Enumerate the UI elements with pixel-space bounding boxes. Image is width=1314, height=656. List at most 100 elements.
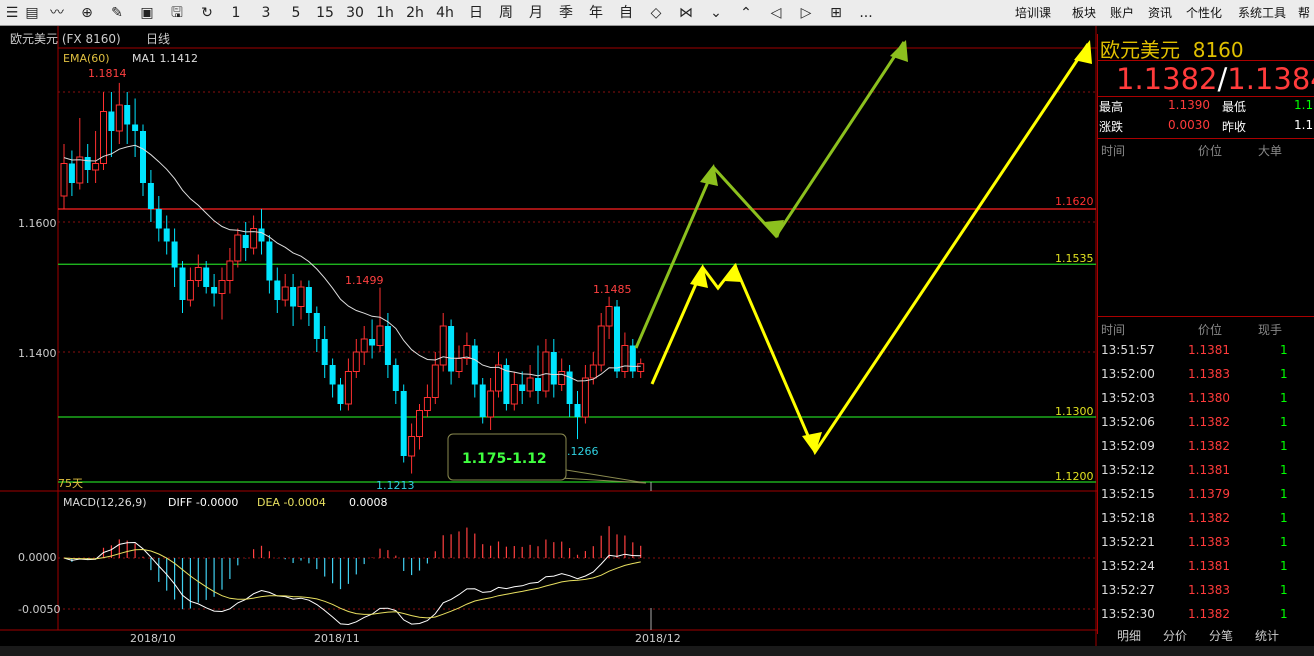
tick-time: 13:52:00 [1101, 367, 1155, 381]
refresh-icon[interactable]: ↻ [197, 3, 217, 23]
candle-body [637, 363, 645, 373]
period-custom[interactable]: 自 [616, 3, 636, 23]
ema-legend: EMA(60) [63, 52, 110, 65]
candle-body [266, 241, 273, 281]
candle-body [510, 384, 518, 405]
candle-body [605, 306, 613, 327]
menu-help[interactable]: 帮 [1298, 3, 1310, 23]
col1-price: 价位 [1198, 144, 1223, 158]
period-selector[interactable]: 日线 [146, 32, 170, 46]
more-button[interactable]: ... [856, 3, 876, 23]
tick-volume: 1 [1280, 439, 1288, 453]
tick-time: 13:52:27 [1101, 583, 1155, 597]
candle-body [297, 286, 305, 307]
window-icon[interactable]: ▣ [137, 3, 157, 23]
candle-body [290, 287, 297, 307]
candle-body [194, 267, 202, 281]
toolbar: ☰ ▤ 〰 ⊕ ✎ ▣ 🖫 ↻ 1 3 5 15 30 1h 2h 4h 日 周… [0, 0, 1314, 26]
tab-ticks[interactable]: 分笔 [1209, 628, 1233, 644]
candle-body [155, 209, 162, 229]
tick-price: 1.1382 [1188, 439, 1230, 453]
grid-icon[interactable]: ⊞ [826, 3, 846, 23]
menu-training[interactable]: 培训课 [1015, 3, 1051, 23]
candle-body [360, 338, 368, 353]
candle-body [124, 105, 131, 125]
candle-body [203, 267, 210, 287]
menu-news[interactable]: 资讯 [1148, 3, 1172, 23]
arrow-right-icon[interactable]: ▷ [796, 3, 816, 23]
period-year[interactable]: 年 [586, 3, 606, 23]
candle-body [60, 163, 68, 197]
chevron-up-icon[interactable]: ⌃ [736, 3, 756, 23]
period-1[interactable]: 1 [227, 3, 245, 23]
candle-body [186, 280, 194, 301]
chart-symbol-title: 欧元美元 (FX 8160) [10, 32, 121, 46]
menu-icon[interactable]: ☰ [2, 3, 22, 23]
period-week[interactable]: 周 [496, 3, 516, 23]
menu-personalize[interactable]: 个性化 [1186, 3, 1222, 23]
draw-icon[interactable]: ✎ [107, 3, 127, 23]
tick-volume: 1 [1280, 391, 1288, 405]
tick-price: 1.1381 [1188, 559, 1230, 573]
arrow-left-icon[interactable]: ◁ [766, 3, 786, 23]
candle-body [408, 436, 416, 457]
tick-volume: 1 [1280, 415, 1288, 429]
period-day[interactable]: 日 [466, 3, 486, 23]
candle-body [614, 306, 620, 372]
chevron-down-icon[interactable]: ⌄ [706, 3, 726, 23]
zoom-out-icon[interactable]: ⋈ [676, 3, 696, 23]
period-1h[interactable]: 1h [373, 3, 397, 23]
tick-volume: 1 [1280, 583, 1288, 597]
candle-body [597, 325, 605, 366]
col2-vol: 现手 [1258, 323, 1283, 337]
candle-body [132, 124, 139, 131]
candle-body [581, 377, 589, 418]
macd-legend: MACD(12,26,9) [63, 496, 147, 509]
list-icon[interactable]: ▤ [22, 3, 42, 23]
bottom-tabs: 明细 分价 分笔 统计 [1097, 628, 1314, 646]
period-month[interactable]: 月 [526, 3, 546, 23]
tab-stats[interactable]: 统计 [1255, 628, 1279, 644]
period-2h[interactable]: 2h [403, 3, 427, 23]
change-value: 0.0030 [1168, 118, 1210, 132]
tick-price: 1.1383 [1188, 367, 1230, 381]
tick-price: 1.1383 [1188, 583, 1230, 597]
candle-body [369, 339, 376, 346]
period-3[interactable]: 3 [257, 3, 275, 23]
candle-body [147, 183, 154, 209]
period-quarter[interactable]: 季 [556, 3, 576, 23]
zoom-in-icon[interactable]: ◇ [646, 3, 666, 23]
date-label-oct: 2018/10 [130, 632, 176, 645]
callout-text: 1.175-1.12 [462, 451, 547, 467]
col1-time: 时间 [1101, 144, 1126, 158]
candle-icon[interactable]: ⊕ [77, 3, 97, 23]
period-4h[interactable]: 4h [433, 3, 457, 23]
candle-body [574, 404, 581, 417]
period-15[interactable]: 15 [313, 3, 337, 23]
level-label-1200: 1.1200 [1055, 470, 1094, 483]
menu-system-tools[interactable]: 系统工具 [1238, 3, 1286, 23]
tick-volume: 1 [1280, 487, 1288, 501]
chart-area[interactable]: 欧元美元 (FX 8160) 日线 EMA(60) MA1 1.1412 75天… [0, 26, 1097, 646]
candle-body [495, 364, 502, 392]
menu-account[interactable]: 账户 [1110, 3, 1134, 23]
candle-body [305, 287, 312, 313]
low-value: 1.13 [1294, 98, 1314, 112]
tab-price-dist[interactable]: 分价 [1163, 628, 1187, 644]
menu-sector[interactable]: 板块 [1072, 3, 1096, 23]
tick-volume: 1 [1280, 559, 1288, 573]
period-5[interactable]: 5 [287, 3, 305, 23]
save-icon[interactable]: 🖫 [167, 3, 187, 23]
tab-detail[interactable]: 明细 [1117, 628, 1141, 644]
line-chart-icon[interactable]: 〰 [47, 3, 67, 23]
candle-body [479, 384, 486, 417]
candle-body [542, 351, 550, 392]
quote-panel: 欧元美元 8160 1.1382/1.1384 最高 1.1390 最低 1.1… [1097, 34, 1314, 634]
candle-body [211, 287, 218, 294]
tick-price: 1.1379 [1188, 487, 1230, 501]
period-30[interactable]: 30 [343, 3, 367, 23]
level-label-1300: 1.1300 [1055, 405, 1094, 418]
tick-price: 1.1381 [1188, 463, 1230, 477]
tick-volume: 1 [1280, 343, 1288, 357]
bid-ask: 1.1382/1.1384 [1116, 62, 1314, 96]
